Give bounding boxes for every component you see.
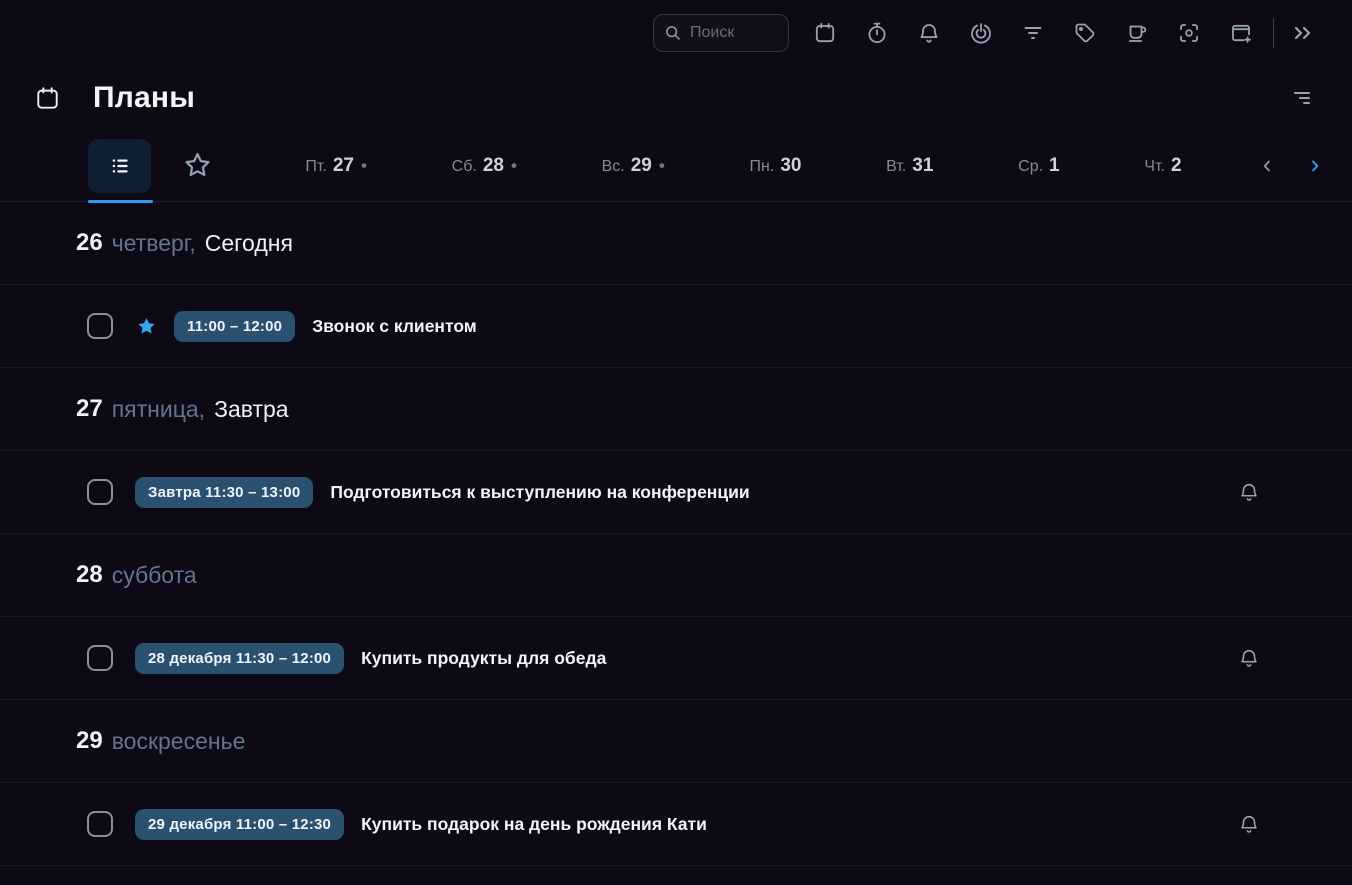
- day-dot: •: [361, 156, 367, 176]
- time-badge: 11:00 – 12:00: [174, 311, 295, 342]
- time-badge: 29 декабря 11:00 – 12:30: [135, 809, 344, 840]
- sort-icon[interactable]: [1282, 80, 1320, 116]
- day-number: 28: [483, 155, 504, 177]
- toolbar-divider: [1273, 18, 1274, 48]
- task-checkbox[interactable]: [87, 645, 113, 671]
- page-title: Планы: [93, 81, 195, 115]
- chevron-right-icon[interactable]: [1302, 152, 1328, 180]
- day-prefix: Сб.: [452, 158, 477, 176]
- section-day: 26: [76, 229, 103, 257]
- section-weekday: воскресенье: [112, 728, 246, 755]
- section-day: 28: [76, 561, 103, 589]
- tab-day-sat-28[interactable]: Сб. 28 •: [452, 155, 517, 177]
- section-weekday: суббота: [112, 562, 197, 589]
- section-extra: Сегодня: [205, 230, 293, 257]
- tab-navigation: [1254, 152, 1328, 180]
- task-title: Звонок с клиентом: [312, 316, 477, 337]
- search-input[interactable]: [690, 24, 778, 42]
- day-number: 2: [1171, 155, 1182, 177]
- task-title: Купить подарок на день рождения Кати: [361, 814, 707, 835]
- time-badge: Завтра 11:30 – 13:00: [135, 477, 313, 508]
- task-checkbox[interactable]: [87, 479, 113, 505]
- add-board-icon[interactable]: [1215, 11, 1267, 55]
- section-header: 26 четверг, Сегодня: [0, 202, 1352, 285]
- target-icon[interactable]: [955, 11, 1007, 55]
- more-chevrons-icon[interactable]: [1280, 11, 1326, 55]
- section-weekday: пятница,: [112, 396, 205, 423]
- day-prefix: Пт.: [305, 158, 327, 176]
- task-row[interactable]: 28 декабря 11:30 – 12:00 Купить продукты…: [0, 617, 1352, 700]
- time-badge: 28 декабря 11:30 – 12:00: [135, 643, 344, 674]
- bell-icon[interactable]: [903, 11, 955, 55]
- section-header: 27 пятница, Завтра: [0, 368, 1352, 451]
- day-prefix: Вс.: [602, 158, 625, 176]
- calendar-icon: [34, 85, 61, 112]
- tab-list-view[interactable]: [88, 139, 151, 193]
- section-day: 27: [76, 395, 103, 423]
- day-dot: •: [511, 156, 517, 176]
- day-prefix: Чт.: [1144, 158, 1165, 176]
- mug-icon[interactable]: [1111, 11, 1163, 55]
- calendar-icon[interactable]: [799, 11, 851, 55]
- star-filled-icon[interactable]: [135, 315, 158, 338]
- task-title: Купить продукты для обеда: [361, 648, 606, 669]
- bell-icon[interactable]: [1238, 813, 1260, 835]
- tab-day-tue-31[interactable]: Вт. 31: [886, 155, 933, 177]
- task-checkbox[interactable]: [87, 811, 113, 837]
- tab-starred[interactable]: [177, 139, 217, 193]
- section-header: 29 воскресенье: [0, 700, 1352, 783]
- task-checkbox[interactable]: [87, 313, 113, 339]
- tab-day-fri-27[interactable]: Пт. 27 •: [305, 155, 367, 177]
- timer-icon[interactable]: [851, 11, 903, 55]
- day-number: 31: [912, 155, 933, 177]
- task-row[interactable]: Завтра 11:30 – 13:00 Подготовиться к выс…: [0, 451, 1352, 534]
- section-header: 28 суббота: [0, 534, 1352, 617]
- tab-day-mon-30[interactable]: Пн. 30: [750, 155, 802, 177]
- tab-day-wed-1[interactable]: Ср. 1: [1018, 155, 1059, 177]
- section-extra: Завтра: [214, 396, 289, 423]
- day-prefix: Пн.: [750, 158, 775, 176]
- day-number: 1: [1049, 155, 1060, 177]
- day-dot: •: [659, 156, 665, 176]
- search-icon: [664, 24, 682, 42]
- tab-day-sun-29[interactable]: Вс. 29 •: [602, 155, 665, 177]
- task-title: Подготовиться к выступлению на конференц…: [330, 482, 749, 503]
- task-row[interactable]: 11:00 – 12:00 Звонок с клиентом: [0, 285, 1352, 368]
- bell-icon[interactable]: [1238, 481, 1260, 503]
- day-tabs: Пт. 27 • Сб. 28 • Вс. 29 • Пн. 30 Вт. 31…: [263, 155, 1224, 177]
- day-prefix: Ср.: [1018, 158, 1043, 176]
- active-tab-underline: [88, 200, 153, 203]
- task-row[interactable]: 29 декабря 11:00 – 12:30 Купить подарок …: [0, 783, 1352, 866]
- filter-icon[interactable]: [1007, 11, 1059, 55]
- day-prefix: Вт.: [886, 158, 906, 176]
- page-header: Планы: [0, 66, 1352, 130]
- section-weekday: четверг,: [112, 230, 196, 257]
- chevron-left-icon[interactable]: [1254, 152, 1280, 180]
- bell-icon[interactable]: [1238, 647, 1260, 669]
- tab-day-thu-2[interactable]: Чт. 2: [1144, 155, 1181, 177]
- view-tabs: Пт. 27 • Сб. 28 • Вс. 29 • Пн. 30 Вт. 31…: [0, 130, 1352, 202]
- day-number: 29: [631, 155, 652, 177]
- tag-icon[interactable]: [1059, 11, 1111, 55]
- day-number: 30: [780, 155, 801, 177]
- plans-list: 26 четверг, Сегодня 11:00 – 12:00 Звонок…: [0, 202, 1352, 866]
- day-number: 27: [333, 155, 354, 177]
- search-box[interactable]: [653, 14, 789, 52]
- top-toolbar: [0, 0, 1352, 66]
- scan-icon[interactable]: [1163, 11, 1215, 55]
- section-day: 29: [76, 727, 103, 755]
